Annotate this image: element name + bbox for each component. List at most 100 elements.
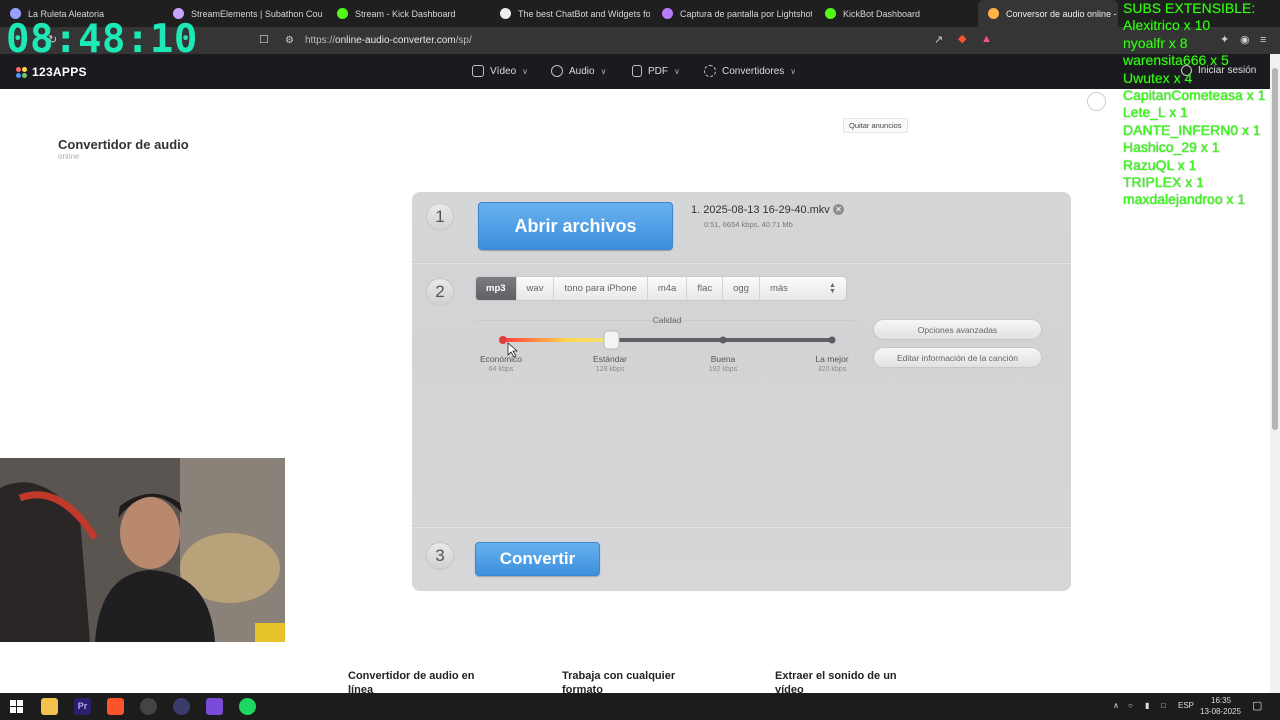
taskbar-time[interactable]: 16:35 bbox=[1211, 696, 1231, 705]
tab-title: The best ChatBot and Widgets for K bbox=[518, 8, 650, 19]
site-logo[interactable]: 123APPS bbox=[16, 65, 87, 79]
quality-level-label: Económico bbox=[479, 354, 523, 364]
format-more-select[interactable]: más ▲ ▼ bbox=[760, 277, 846, 300]
circle-outline-icon bbox=[1087, 92, 1106, 111]
browser-tab[interactable]: The best ChatBot and Widgets for K bbox=[490, 0, 650, 27]
stream-clock: 08:48:10 bbox=[6, 17, 198, 62]
tab-favicon-icon bbox=[500, 8, 511, 19]
slider-handle[interactable] bbox=[603, 330, 620, 350]
format-tab-ogg[interactable]: ogg bbox=[723, 277, 760, 300]
tab-favicon-icon bbox=[825, 8, 836, 19]
browser-tab-active[interactable]: Conversor de audio online - Co bbox=[978, 0, 1118, 27]
step-number-3: 3 bbox=[426, 542, 454, 570]
url-field[interactable]: ⚙ https://online-audio-converter.com/sp/ bbox=[276, 31, 996, 50]
discord-icon[interactable] bbox=[206, 698, 223, 715]
tab-title: Stream - Kick Dashboard bbox=[355, 8, 456, 19]
chevron-down-icon: ∨ bbox=[522, 66, 528, 76]
subs-entry: warensita666 x 5 bbox=[1123, 52, 1229, 69]
premiere-pro-icon[interactable]: Pr bbox=[74, 698, 91, 715]
subs-entry: Lete_L x 1 bbox=[1123, 104, 1188, 121]
windows-start-icon[interactable] bbox=[8, 698, 25, 715]
remove-ads-button[interactable]: Quitar anuncios bbox=[843, 118, 908, 133]
file-explorer-icon[interactable] bbox=[41, 698, 58, 715]
convert-cycle-icon bbox=[704, 65, 716, 77]
quality-level-label: Buena bbox=[710, 354, 736, 364]
tab-favicon-icon bbox=[988, 8, 999, 19]
file-name: 1. 2025-08-13 16-29-40.mkv bbox=[691, 204, 830, 216]
brave-rewards-icon[interactable]: ▲ bbox=[981, 34, 992, 45]
subs-entry: CapitanCometeasa x 1 bbox=[1123, 87, 1266, 104]
convert-button[interactable]: Convertir bbox=[475, 542, 600, 576]
nav-label: Convertidores bbox=[722, 65, 785, 77]
converter-panel: 1 Abrir archivos 1. 2025-08-13 16-29-40.… bbox=[412, 192, 1071, 591]
browser-tab[interactable]: Stream - Kick Dashboard bbox=[327, 0, 487, 27]
format-tab-mp3[interactable]: mp3 bbox=[476, 277, 517, 300]
quality-level-label: La mejor bbox=[815, 354, 849, 364]
browser-tab[interactable]: Captura de pantalla por Lightshot bbox=[652, 0, 812, 27]
subs-overlay: SUBS EXTENSIBLE: Alexitrico x 10 nyoalfr… bbox=[1123, 0, 1280, 209]
subs-entry: Uwutex x 4 bbox=[1123, 69, 1193, 86]
page-subtitle: online bbox=[58, 152, 80, 161]
network-icon[interactable]: ○ bbox=[1128, 701, 1133, 710]
share-icon[interactable]: ↗ bbox=[934, 35, 943, 46]
subs-entry: Hashico_29 x 1 bbox=[1123, 139, 1220, 156]
pdf-icon bbox=[632, 65, 642, 77]
panel-divider bbox=[412, 526, 1071, 528]
language-indicator[interactable]: ESP bbox=[1178, 701, 1194, 710]
tray-chevron-icon[interactable]: ∧ bbox=[1113, 701, 1119, 710]
slider-stop-good[interactable] bbox=[719, 336, 727, 344]
nav-video[interactable]: Vídeo ∨ bbox=[472, 65, 528, 77]
notifications-icon[interactable]: ▢ bbox=[1252, 699, 1262, 712]
subs-entry: maxdalejandroo x 1 bbox=[1123, 191, 1246, 208]
nav-converters[interactable]: Convertidores ∨ bbox=[704, 65, 796, 77]
format-more-label: más bbox=[769, 283, 788, 294]
site-settings-icon[interactable]: ⚙ bbox=[285, 35, 294, 46]
step-number-1: 1 bbox=[426, 203, 454, 231]
advanced-options-button[interactable]: Opciones avanzadas bbox=[873, 319, 1042, 340]
format-tab-flac[interactable]: flac bbox=[687, 277, 724, 300]
format-tabs: mp3 wav tono para iPhone m4a flac ogg má… bbox=[475, 276, 847, 301]
quality-level-kbps: 320 kbps bbox=[817, 366, 847, 373]
nav-audio[interactable]: Audio ∨ bbox=[551, 65, 606, 77]
logo-dots-icon bbox=[16, 66, 28, 78]
nav-label: Audio bbox=[569, 65, 595, 77]
audio-icon bbox=[551, 65, 563, 77]
slider-fill bbox=[503, 338, 612, 342]
remove-file-icon[interactable]: ✕ bbox=[833, 204, 844, 215]
obs-icon[interactable] bbox=[140, 698, 157, 715]
edit-song-info-button[interactable]: Editar información de la canción bbox=[873, 347, 1042, 368]
webcam-person-image bbox=[0, 458, 285, 642]
app-icon[interactable] bbox=[173, 698, 190, 715]
quality-label: Calidad bbox=[652, 315, 682, 325]
browser-tab[interactable]: KickBot Dashboard bbox=[815, 0, 975, 27]
chevron-down-icon: ∨ bbox=[790, 66, 797, 76]
subs-entry: nyoalfr x 8 bbox=[1123, 34, 1188, 51]
format-tab-wav[interactable]: wav bbox=[517, 277, 555, 300]
spotify-icon[interactable] bbox=[239, 698, 256, 715]
step-number-2: 2 bbox=[426, 278, 454, 306]
slider-stop-best[interactable] bbox=[828, 336, 836, 344]
brave-shield-icon[interactable]: ◆ bbox=[958, 34, 966, 45]
slider-stop-economic[interactable] bbox=[499, 336, 507, 344]
quality-level-label: Estándar bbox=[592, 354, 628, 364]
nav-label: Vídeo bbox=[490, 65, 517, 77]
subs-title: SUBS EXTENSIBLE: bbox=[1123, 0, 1256, 16]
subs-entry: TRIPLEX x 1 bbox=[1123, 174, 1204, 191]
logo-text: 123APPS bbox=[32, 65, 87, 79]
format-tab-m4a[interactable]: m4a bbox=[648, 277, 688, 300]
panel-divider bbox=[412, 262, 1071, 264]
tab-title: Conversor de audio online - Co bbox=[1006, 8, 1118, 19]
tab-title: Captura de pantalla por Lightshot bbox=[680, 8, 812, 19]
open-files-button[interactable]: Abrir archivos bbox=[478, 202, 673, 250]
quality-slider-box: Calidad Económico 64 kbps Estándar 128 k… bbox=[475, 315, 859, 384]
nav-pdf[interactable]: PDF ∨ bbox=[632, 65, 680, 77]
tab-title: StreamElements | Subathon Countdo bbox=[191, 8, 323, 19]
wifi-icon[interactable]: □ bbox=[1161, 701, 1166, 710]
subs-entry: RazuQL x 1 bbox=[1123, 156, 1197, 173]
bookmark-icon[interactable]: ☐ bbox=[259, 35, 269, 46]
microphone-icon[interactable]: ▮ bbox=[1145, 701, 1149, 710]
quality-level-kbps: 128 kbps bbox=[595, 366, 625, 373]
format-tab-iphone-ringtone[interactable]: tono para iPhone bbox=[554, 277, 648, 300]
brave-browser-icon[interactable] bbox=[107, 698, 124, 715]
taskbar-date[interactable]: 13-08-2025 bbox=[1200, 707, 1241, 716]
